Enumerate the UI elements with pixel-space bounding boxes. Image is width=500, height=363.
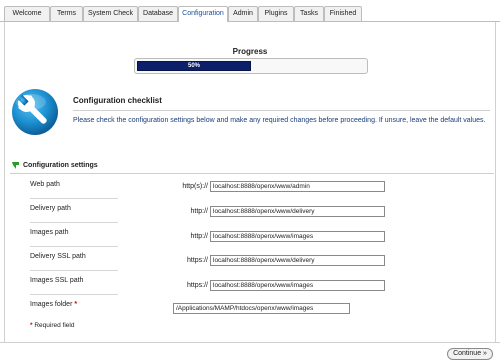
images-ssl-path-prefix: https://: [186, 282, 208, 289]
progress-text: 50%: [187, 63, 200, 69]
images-folder-input[interactable]: [173, 303, 350, 314]
web-path-label: Web path: [30, 181, 60, 188]
delivery-ssl-path-label: Delivery SSL path: [30, 253, 86, 260]
checklist-description: Please check the configuration settings …: [73, 117, 486, 124]
tab-configuration[interactable]: Configuration: [178, 6, 228, 22]
required-star: *: [74, 301, 78, 308]
images-ssl-path-label: Images SSL path: [30, 277, 84, 284]
progress-bar: 50%: [134, 58, 368, 74]
images-ssl-path-input[interactable]: [210, 280, 385, 291]
green-arrow-icon: [12, 162, 19, 169]
row-divider: [30, 294, 118, 295]
checklist-divider: [73, 110, 490, 111]
delivery-ssl-path-input[interactable]: [210, 255, 385, 266]
tab-system-check[interactable]: System Check: [83, 6, 138, 21]
tab-tasks[interactable]: Tasks: [294, 6, 324, 21]
tab-admin[interactable]: Admin: [228, 6, 258, 21]
required-star: *: [30, 322, 33, 329]
tab-plugins[interactable]: Plugins: [258, 6, 294, 21]
images-path-prefix: http://: [190, 233, 208, 240]
delivery-path-label: Delivery path: [30, 205, 71, 212]
images-folder-label: Images folder *: [30, 301, 77, 308]
images-folder-label-text: Images folder: [30, 301, 73, 308]
progress-title: Progress: [232, 47, 268, 56]
tab-welcome[interactable]: Welcome: [4, 6, 50, 21]
web-path-prefix: http(s)://: [182, 183, 208, 190]
delivery-path-input[interactable]: [210, 206, 385, 217]
tab-finished[interactable]: Finished: [324, 6, 362, 21]
footer-divider: [0, 342, 500, 343]
tab-terms[interactable]: Terms: [50, 6, 83, 21]
web-path-input[interactable]: [210, 181, 385, 192]
images-path-label: Images path: [30, 229, 69, 236]
settings-divider: [10, 173, 494, 174]
row-divider: [30, 198, 118, 199]
required-field-text: Required field: [34, 322, 75, 329]
continue-button[interactable]: Continue »: [447, 348, 493, 360]
wrench-icon: [12, 89, 58, 135]
row-divider: [30, 222, 118, 223]
tab-database[interactable]: Database: [138, 6, 178, 21]
images-path-input[interactable]: [210, 231, 385, 242]
delivery-path-prefix: http://: [190, 208, 208, 215]
checklist-title: Configuration checklist: [73, 96, 162, 105]
row-divider: [30, 246, 118, 247]
delivery-ssl-path-prefix: https://: [186, 257, 208, 264]
tab-bar: Welcome Terms System Check Database Conf…: [0, 0, 500, 22]
row-divider: [30, 270, 118, 271]
settings-title: Configuration settings: [23, 162, 98, 169]
required-field-note: * Required field: [30, 322, 74, 329]
